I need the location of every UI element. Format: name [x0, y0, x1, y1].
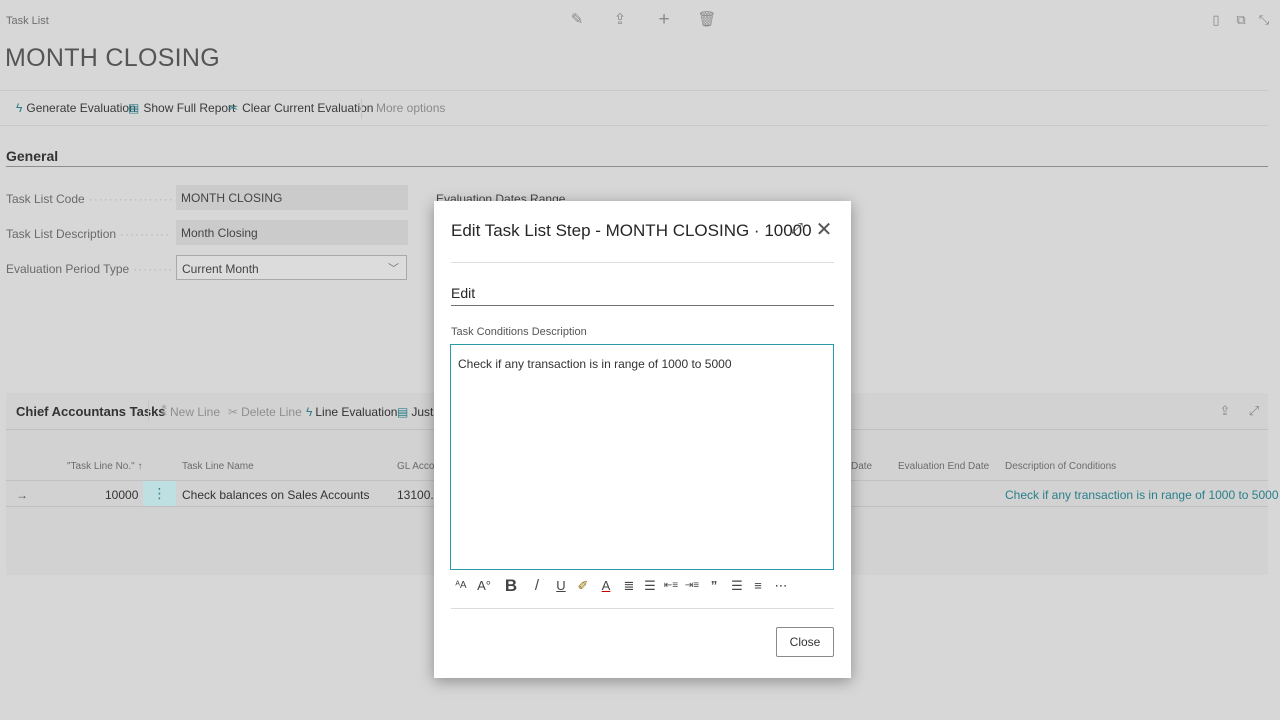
dialog-header-rule: [451, 262, 834, 263]
page-title: MONTH CLOSING: [5, 44, 221, 72]
tab-underline: [451, 305, 834, 306]
font-size-icon[interactable]: ᴬA: [451, 575, 471, 597]
task-list-description-label: Task List Description ··········: [6, 227, 171, 241]
align-center-icon[interactable]: ≡: [748, 575, 768, 597]
more-options-button[interactable]: More options: [376, 101, 445, 115]
more-icon[interactable]: ⋯: [771, 575, 791, 597]
italic-icon[interactable]: /: [527, 575, 547, 597]
dialog-title: Edit Task List Step - MONTH CLOSING · 10…: [451, 221, 812, 240]
decrease-indent-icon[interactable]: ⇤≡: [661, 575, 681, 597]
justify-button[interactable]: ▤ Justi: [397, 405, 436, 419]
open-new-window-icon[interactable]: ⧉: [1233, 12, 1249, 28]
lightning-icon: ϟ: [306, 405, 313, 419]
new-line-icon: ⁑: [161, 405, 167, 419]
cell-task-line-name[interactable]: Check balances on Sales Accounts: [182, 488, 369, 502]
generate-evaluation-button[interactable]: ϟ Generate Evaluation: [16, 101, 136, 115]
clear-current-evaluation-button[interactable]: ✂ Clear Current Evaluation: [228, 101, 373, 115]
task-conditions-description-label: Task Conditions Description: [451, 326, 587, 338]
lightning-icon: ϟ: [16, 101, 23, 115]
action-bar: ϟ Generate Evaluation ▤ Show Full Report ✂…: [0, 90, 1268, 126]
column-header-task-line-no[interactable]: "Task Line No." ↑: [67, 461, 142, 472]
clear-icon: ✂: [228, 101, 239, 115]
show-full-report-button[interactable]: ▤ Show Full Report: [128, 101, 235, 115]
bold-icon[interactable]: B: [501, 575, 521, 597]
task-list-code-field[interactable]: MONTH CLOSING: [176, 185, 408, 210]
chevron-down-icon: ﹀: [388, 263, 399, 275]
document-icon: ▤: [397, 405, 409, 419]
bulleted-list-icon[interactable]: ≣: [619, 575, 639, 597]
tasks-grid-title: Chief Accountans Tasks: [16, 404, 166, 419]
general-section-title: General: [6, 148, 59, 164]
delete-line-icon: ✂: [228, 405, 239, 419]
dialog-footer-rule: [451, 608, 834, 609]
cell-task-line-no[interactable]: 10000: [105, 488, 138, 502]
row-menu-icon[interactable]: ⋮: [143, 481, 176, 506]
action-separator: [361, 99, 362, 119]
report-icon: ▤: [128, 101, 140, 115]
grid-separator: [148, 401, 149, 421]
increase-indent-icon[interactable]: ⇥≡: [682, 575, 702, 597]
collapse-icon[interactable]: ⤡: [1256, 12, 1272, 28]
pencil-icon[interactable]: ✎: [567, 10, 587, 30]
close-button[interactable]: Close: [776, 627, 834, 657]
general-section-rule: [6, 166, 1268, 167]
highlight-icon[interactable]: ✐: [573, 575, 593, 597]
trash-icon[interactable]: 🗑: [697, 10, 717, 30]
numbered-list-icon[interactable]: ☰: [640, 575, 660, 597]
task-conditions-description-input[interactable]: Check if any transaction is in range of …: [450, 344, 834, 570]
rich-text-toolbar: ᴬA A° B / U ✐ A ≣ ☰ ⇤≡ ⇥≡ ” ☰ ≡ ⋯: [451, 575, 834, 597]
column-header-task-line-name[interactable]: Task Line Name: [182, 461, 254, 472]
bookmark-icon[interactable]: ▯: [1208, 12, 1224, 28]
share-icon[interactable]: ⇪: [1217, 403, 1233, 419]
line-evaluation-button[interactable]: ϟ Line Evaluation: [306, 405, 397, 419]
row-arrow-icon: →: [16, 488, 28, 502]
align-left-icon[interactable]: ☰: [727, 575, 747, 597]
task-list-code-label: Task List Code ··················: [6, 192, 174, 206]
tab-edit[interactable]: Edit: [451, 285, 475, 301]
expand-icon[interactable]: ⤢: [788, 220, 806, 237]
column-header-date[interactable]: Date: [851, 461, 872, 472]
font-color-icon[interactable]: A: [596, 575, 616, 597]
cell-description-of-conditions[interactable]: Check if any transaction is in range of …: [1005, 488, 1279, 502]
column-header-evaluation-end-date[interactable]: Evaluation End Date: [898, 461, 989, 472]
close-icon[interactable]: ✕: [814, 217, 834, 242]
column-header-description-of-conditions[interactable]: Description of Conditions: [1005, 461, 1116, 472]
share-icon[interactable]: ⇪: [610, 10, 630, 30]
evaluation-period-type-label: Evaluation Period Type··········: [6, 262, 174, 276]
page-kind-label: Task List: [6, 15, 49, 27]
underline-icon[interactable]: U: [551, 575, 571, 597]
expand-icon[interactable]: ⤢: [1246, 403, 1262, 419]
delete-line-button[interactable]: ✂ Delete Line: [228, 405, 302, 419]
evaluation-period-type-select[interactable]: Current Month ﹀: [176, 255, 407, 280]
plus-icon[interactable]: +: [654, 10, 674, 30]
text-style-icon[interactable]: A°: [474, 575, 494, 597]
new-line-button[interactable]: ⁑ New Line: [161, 405, 220, 419]
task-list-description-field[interactable]: Month Closing: [176, 220, 408, 245]
edit-task-list-step-dialog: Edit Task List Step - MONTH CLOSING · 10…: [434, 201, 851, 678]
quote-icon[interactable]: ”: [704, 575, 724, 597]
